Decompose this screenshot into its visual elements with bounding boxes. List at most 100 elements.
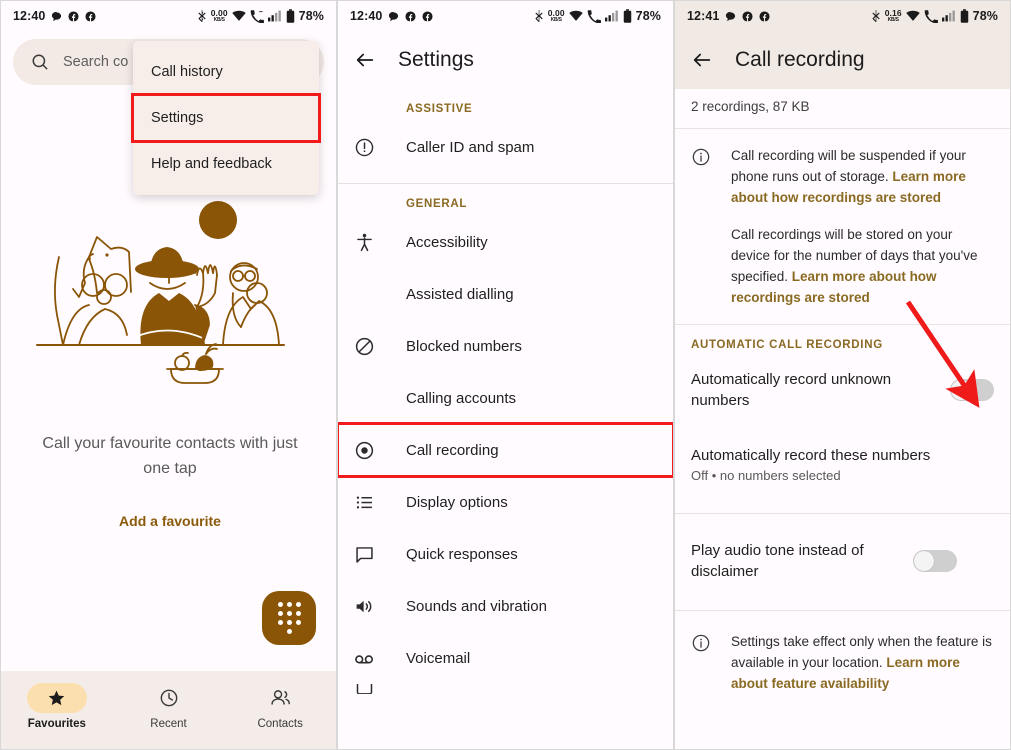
- empty-state-title: Call your favourite contacts with just o…: [42, 435, 298, 477]
- setting-label: Display options: [406, 493, 508, 511]
- setting-accessibility[interactable]: Accessibility: [338, 216, 673, 268]
- status-bar: 12:41 0.16 KB/S 78%: [675, 1, 1010, 31]
- row-text: Automatically record unknown numbers: [691, 369, 938, 411]
- facebook-icon: [742, 10, 754, 22]
- setting-label: Accessibility: [406, 233, 488, 251]
- row-title: Automatically record these numbers: [691, 447, 931, 464]
- section-audio-tone: Play audio tone instead of disclaimer: [675, 513, 1010, 610]
- setting-call-recording[interactable]: Call recording: [338, 422, 673, 478]
- battery-icon: [286, 9, 295, 23]
- setting-label: Sounds and vibration: [406, 597, 547, 615]
- bluetooth-icon: [534, 9, 544, 23]
- clock-icon: [139, 683, 199, 713]
- battery-icon: [623, 9, 632, 23]
- back-arrow-icon[interactable]: [354, 49, 376, 71]
- facebook-icon: [85, 10, 97, 22]
- data-rate-icon: 0.16 KB/S: [884, 8, 902, 23]
- search-input-placeholder: Search co: [63, 54, 129, 70]
- setting-calling-accounts[interactable]: Calling accounts: [338, 372, 673, 424]
- info-circle-icon: [691, 145, 713, 308]
- row-title: Automatically record unknown numbers: [691, 371, 892, 409]
- setting-label: Calling accounts: [406, 389, 517, 407]
- row-auto-record-these-numbers[interactable]: Automatically record these numbers Off •…: [675, 423, 1010, 503]
- setting-label: Call recording: [406, 441, 499, 459]
- info-paragraph-2: Call recordings will be stored on your d…: [731, 224, 994, 308]
- search-icon: [31, 53, 49, 71]
- nav-label: Contacts: [257, 718, 303, 730]
- missed-call-icon: [587, 9, 601, 23]
- back-arrow-icon[interactable]: [691, 49, 713, 71]
- setting-quick-responses[interactable]: Quick responses: [338, 528, 673, 580]
- partial-icon: [354, 684, 406, 694]
- status-bar-left: 12:40: [350, 9, 434, 23]
- toggle-play-audio-tone[interactable]: [913, 550, 957, 572]
- chat-bubble-icon: [388, 11, 399, 22]
- setting-display-options[interactable]: Display options: [338, 476, 673, 528]
- menu-item-settings[interactable]: Settings: [131, 93, 321, 143]
- bluetooth-icon: [197, 9, 207, 23]
- section-label-automatic-call-recording: AUTOMATIC CALL RECORDING: [691, 339, 883, 351]
- status-clock: 12:40: [350, 9, 383, 23]
- wifi-icon: [231, 10, 246, 22]
- exclamation-circle-icon: [354, 137, 406, 158]
- dialpad-icon: [277, 602, 301, 634]
- list-icon: [354, 492, 406, 513]
- status-bar: 12:40 0.00 KB/S 78%: [1, 1, 336, 31]
- missed-call-icon: [250, 9, 264, 23]
- page-title: Call recording: [735, 48, 865, 71]
- people-icon: [250, 683, 310, 713]
- block-icon: [354, 336, 406, 357]
- dialpad-fab[interactable]: [262, 591, 316, 645]
- settings-group-assistive: ASSISTIVE Caller ID and spam: [338, 89, 673, 183]
- setting-caller-id-and-spam[interactable]: Caller ID and spam: [338, 121, 673, 173]
- facebook-icon: [422, 10, 434, 22]
- message-icon: [354, 544, 406, 565]
- menu-item-call-history[interactable]: Call history: [133, 49, 319, 95]
- menu-item-help-and-feedback[interactable]: Help and feedback: [133, 141, 319, 187]
- voicemail-icon: [354, 648, 406, 669]
- row-play-audio-tone[interactable]: Play audio tone instead of disclaimer: [675, 522, 1010, 600]
- bluetooth-icon: [871, 9, 881, 23]
- info-block-availability: Settings take effect only when the featu…: [675, 610, 1010, 710]
- menu-item-label: Call history: [151, 64, 223, 80]
- setting-label: Caller ID and spam: [406, 138, 535, 156]
- setting-blocked-numbers[interactable]: Blocked numbers: [338, 320, 673, 372]
- status-bar-right: 0.00 KB/S 78%: [197, 9, 324, 23]
- nav-item-contacts[interactable]: Contacts: [224, 683, 336, 730]
- facebook-icon: [405, 10, 417, 22]
- star-icon: [26, 683, 87, 713]
- setting-partial-next-row[interactable]: [338, 684, 673, 694]
- info-block-storage: Call recording will be suspended if your…: [675, 128, 1010, 324]
- setting-sounds-and-vibration[interactable]: Sounds and vibration: [338, 580, 673, 632]
- wifi-icon: [905, 10, 920, 22]
- call-recording-screen: 12:41 0.16 KB/S 78% Call recording 2 rec…: [674, 0, 1011, 750]
- record-circle-icon: [354, 440, 406, 461]
- volume-icon: [354, 596, 406, 617]
- setting-voicemail[interactable]: Voicemail: [338, 632, 673, 684]
- info-paragraph-1: Call recording will be suspended if your…: [731, 145, 994, 208]
- status-bar: 12:40 0.00 KB/S 78%: [338, 1, 673, 31]
- add-favourite-link[interactable]: Add a favourite: [41, 513, 299, 529]
- cellular-signal-icon: [941, 10, 956, 22]
- nav-label: Favourites: [27, 718, 86, 730]
- chat-bubble-icon: [51, 11, 62, 22]
- nav-item-favourites[interactable]: Favourites: [1, 683, 113, 730]
- row-subtitle: Off • no numbers selected: [691, 468, 841, 483]
- battery-icon: [960, 9, 969, 23]
- toggle-auto-record-unknown-numbers[interactable]: [950, 379, 994, 401]
- setting-assisted-dialling[interactable]: Assisted dialling: [338, 268, 673, 320]
- section-label-general: GENERAL: [406, 198, 468, 210]
- facebook-icon: [759, 10, 771, 22]
- bottom-navigation: Favourites Recent Contacts: [1, 671, 336, 749]
- info-text-wrapper: Call recording will be suspended if your…: [731, 145, 994, 308]
- favourites-illustration: [19, 197, 319, 389]
- chat-bubble-icon: [725, 11, 736, 22]
- nav-item-recent[interactable]: Recent: [113, 683, 225, 730]
- section-label-assistive: ASSISTIVE: [406, 103, 473, 115]
- battery-percentage: 78%: [972, 9, 998, 23]
- settings-app-bar: Settings: [338, 31, 673, 89]
- row-title: Play audio tone instead of disclaimer: [691, 542, 864, 580]
- three-panel-screenshot: 12:40 0.00 KB/S 78% Search co Call histo…: [0, 0, 1011, 750]
- info-circle-icon: [691, 631, 713, 694]
- row-auto-record-unknown-numbers[interactable]: Automatically record unknown numbers: [675, 357, 1010, 423]
